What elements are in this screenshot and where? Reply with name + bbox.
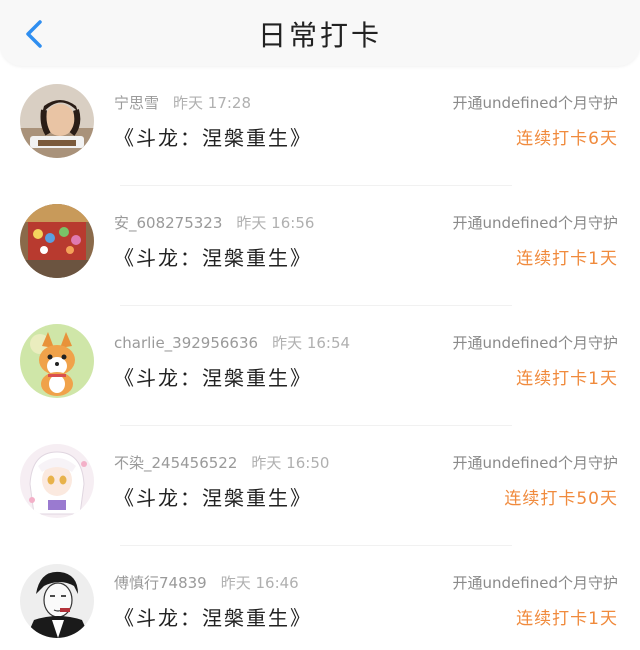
avatar-room-photo-icon	[20, 204, 94, 278]
avatar[interactable]	[20, 324, 94, 398]
avatar[interactable]	[20, 564, 94, 638]
avatar-anime-girl-icon	[20, 444, 94, 518]
checkin-screen: 日常打卡 宁思雪 昨天 17:28 《斗龙：涅槃重生》 开通undefined个…	[0, 0, 640, 650]
user-name[interactable]: 傅慎行74839	[114, 574, 207, 592]
streak-badge: 连续打卡1天	[516, 609, 618, 629]
entry-time: 昨天 16:46	[220, 574, 299, 592]
avatar[interactable]	[20, 84, 94, 158]
guard-text: 开通undefined个月守护	[452, 94, 618, 112]
book-title[interactable]: 《斗龙：涅槃重生》	[114, 482, 312, 511]
entry-meta: 傅慎行74839 昨天 16:46	[114, 572, 299, 593]
avatar-girl-photo-icon	[20, 84, 94, 158]
entry-meta: charlie_392956636 昨天 16:54	[114, 332, 350, 353]
guard-text: 开通undefined个月守护	[452, 574, 618, 592]
list-item[interactable]: 不染_245456522 昨天 16:50 《斗龙：涅槃重生》 开通undefin…	[0, 426, 640, 546]
guard-text: 开通undefined个月守护	[452, 454, 618, 472]
book-title[interactable]: 《斗龙：涅槃重生》	[114, 362, 312, 391]
avatar-manga-man-icon	[20, 564, 94, 638]
list-item[interactable]: 宁思雪 昨天 17:28 《斗龙：涅槃重生》 开通undefined个月守护 连续…	[0, 66, 640, 186]
book-title[interactable]: 《斗龙：涅槃重生》	[114, 242, 312, 271]
avatar[interactable]	[20, 204, 94, 278]
entry-meta: 安_608275323 昨天 16:56	[114, 212, 314, 233]
checkin-list: 宁思雪 昨天 17:28 《斗龙：涅槃重生》 开通undefined个月守护 连续…	[0, 66, 640, 650]
list-item[interactable]: 傅慎行74839 昨天 16:46 《斗龙：涅槃重生》 开通undefined个月…	[0, 546, 640, 650]
list-item[interactable]: 安_608275323 昨天 16:56 《斗龙：涅槃重生》 开通undefine…	[0, 186, 640, 306]
user-name[interactable]: 安_608275323	[114, 214, 222, 232]
entry-meta: 宁思雪 昨天 17:28	[114, 92, 251, 113]
page-title: 日常打卡	[257, 19, 382, 52]
guard-text: 开通undefined个月守护	[452, 334, 618, 352]
user-name[interactable]: charlie_392956636	[114, 334, 258, 352]
user-name[interactable]: 不染_245456522	[114, 454, 237, 472]
entry-time: 昨天 16:54	[272, 334, 351, 352]
avatar[interactable]	[20, 444, 94, 518]
streak-badge: 连续打卡50天	[504, 489, 618, 509]
guard-text: 开通undefined个月守护	[452, 214, 618, 232]
list-item[interactable]: charlie_392956636 昨天 16:54 《斗龙：涅槃重生》 开通un…	[0, 306, 640, 426]
book-title[interactable]: 《斗龙：涅槃重生》	[114, 122, 312, 151]
streak-badge: 连续打卡6天	[516, 129, 618, 149]
book-title[interactable]: 《斗龙：涅槃重生》	[114, 602, 312, 631]
entry-meta: 不染_245456522 昨天 16:50	[114, 452, 329, 473]
avatar-corgi-icon	[20, 324, 94, 398]
top-bar: 日常打卡	[0, 0, 640, 66]
streak-badge: 连续打卡1天	[516, 369, 618, 389]
entry-time: 昨天 16:50	[251, 454, 330, 472]
entry-time: 昨天 17:28	[173, 94, 252, 112]
entry-time: 昨天 16:56	[236, 214, 315, 232]
streak-badge: 连续打卡1天	[516, 249, 618, 269]
user-name[interactable]: 宁思雪	[114, 94, 159, 112]
